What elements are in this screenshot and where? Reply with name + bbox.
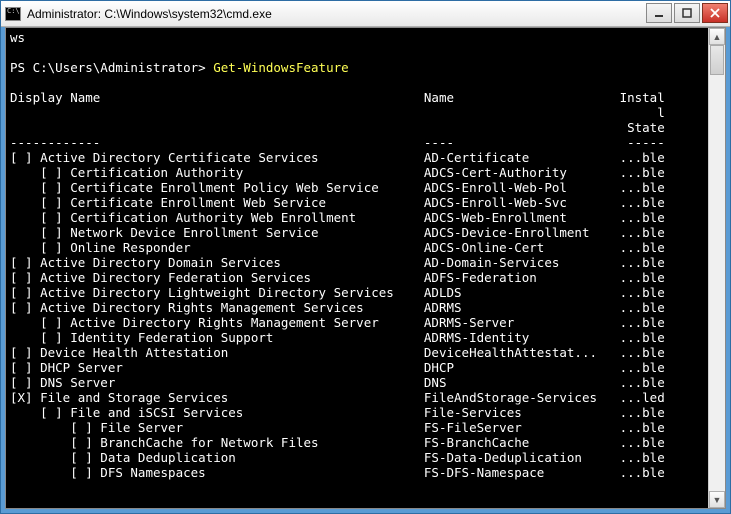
- vertical-scrollbar: ▲ ▼: [708, 28, 725, 508]
- client-area: ws PS C:\Users\Administrator> Get-Window…: [5, 27, 726, 509]
- titlebar[interactable]: Administrator: C:\Windows\system32\cmd.e…: [1, 1, 730, 27]
- scroll-up-button[interactable]: ▲: [709, 28, 725, 45]
- scroll-down-button[interactable]: ▼: [709, 491, 725, 508]
- scroll-thumb[interactable]: [710, 45, 724, 75]
- minimize-button[interactable]: [646, 3, 672, 23]
- console-output[interactable]: ws PS C:\Users\Administrator> Get-Window…: [6, 28, 708, 508]
- window-title: Administrator: C:\Windows\system32\cmd.e…: [27, 7, 646, 21]
- close-button[interactable]: [702, 3, 728, 23]
- window-buttons: [646, 1, 730, 26]
- maximize-button[interactable]: [674, 3, 700, 23]
- cmd-icon: [5, 7, 21, 21]
- scroll-track[interactable]: [709, 45, 725, 491]
- cmd-window: Administrator: C:\Windows\system32\cmd.e…: [0, 0, 731, 514]
